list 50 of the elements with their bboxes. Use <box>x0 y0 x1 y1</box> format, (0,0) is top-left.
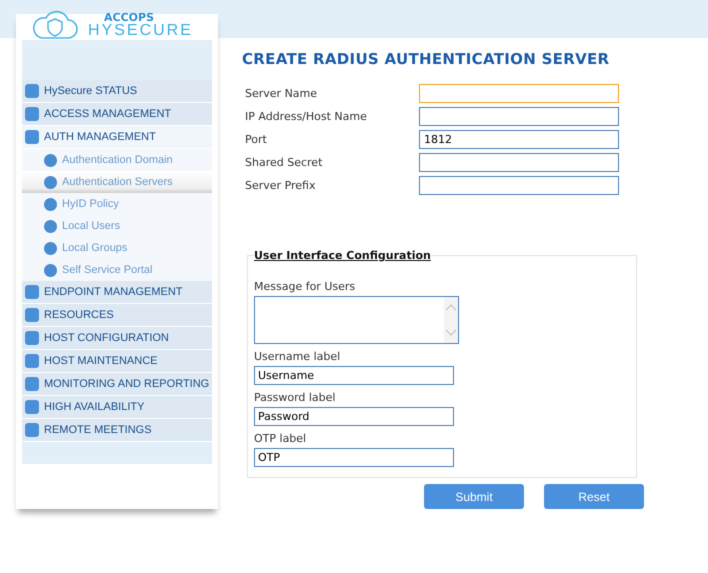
input-field[interactable] <box>419 107 619 126</box>
menu-icon <box>25 400 39 414</box>
panel-legend: User Interface Configuration <box>254 249 431 262</box>
menu-icon <box>44 198 57 210</box>
field-label: OTP label <box>254 432 308 445</box>
menu-icon <box>44 264 57 276</box>
field-label: Shared Secret <box>245 156 324 169</box>
field-label: Server Prefix <box>245 179 316 192</box>
menu-section[interactable]: HOST CONFIGURATION <box>22 327 212 350</box>
field-label: Username label <box>254 350 342 363</box>
field-label: Port <box>245 133 268 146</box>
input-field[interactable] <box>419 176 619 195</box>
menu-section[interactable]: HySecure STATUS <box>22 80 212 103</box>
brand-name: ACCOPS <box>104 12 155 22</box>
input-field[interactable] <box>419 84 619 103</box>
menu-section[interactable]: MONITORING AND REPORTING <box>22 373 212 396</box>
menu-icon <box>44 154 57 166</box>
field-label: Server Name <box>245 87 318 100</box>
input-field[interactable]: OTP <box>254 448 454 467</box>
menu-section[interactable]: ACCESS MANAGEMENT <box>22 103 212 126</box>
menu-icon <box>25 84 39 98</box>
menu-icon <box>44 176 57 188</box>
menu-section[interactable]: REMOTE MEETINGS <box>22 419 212 442</box>
scroll-arrows-icon <box>444 297 458 343</box>
input-field[interactable] <box>419 153 619 172</box>
input-field[interactable]: 1812 <box>419 130 619 149</box>
field-label: IP Address/Host Name <box>245 110 368 123</box>
message-textarea[interactable] <box>254 296 459 344</box>
cloud-shield-icon <box>32 10 78 40</box>
menu-icon <box>25 423 39 437</box>
input-field[interactable]: Username <box>254 366 454 385</box>
menu-icon <box>44 220 57 232</box>
menu-icon <box>25 377 39 391</box>
field-label: Password label <box>254 391 336 404</box>
menu-section[interactable]: RESOURCES <box>22 304 212 327</box>
menu-icon <box>25 107 39 121</box>
menu-icon <box>25 331 39 345</box>
menu-section[interactable]: HOST MAINTENANCE <box>22 350 212 373</box>
menu-section[interactable]: ENDPOINT MANAGEMENT <box>22 281 212 304</box>
menu-icon <box>25 354 39 368</box>
product-name: HYSECURE <box>88 22 193 38</box>
menu-icon <box>44 242 57 254</box>
menu-section[interactable]: AUTH MANAGEMENT <box>22 126 212 149</box>
menu-icon <box>25 285 39 299</box>
input-field[interactable]: Password <box>254 407 454 426</box>
menu-icon <box>25 130 39 144</box>
field-label: Message for Users <box>254 280 356 293</box>
menu-icon <box>25 308 39 322</box>
menu-section[interactable]: HIGH AVAILABILITY <box>22 396 212 419</box>
page-title: CREATE RADIUS AUTHENTICATION SERVER <box>242 50 610 68</box>
